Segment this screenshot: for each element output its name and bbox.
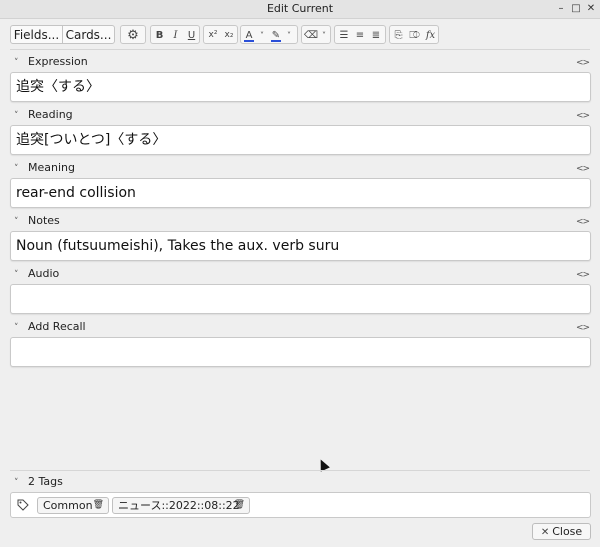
- field-add-recall[interactable]: [10, 337, 591, 367]
- text-color-icon[interactable]: A: [242, 27, 256, 44]
- field-label-text: Meaning: [28, 161, 75, 174]
- microphone-icon[interactable]: ⎄: [407, 27, 422, 44]
- field-meaning[interactable]: rear-end collision: [10, 178, 591, 208]
- align-icon[interactable]: ≣: [368, 27, 384, 44]
- field-label-reading[interactable]: ˅ Reading: [14, 108, 73, 122]
- field-label-meaning[interactable]: ˅ Meaning: [14, 161, 75, 175]
- chevron-down-icon[interactable]: ˅: [14, 268, 28, 282]
- tag-icon: [17, 499, 29, 511]
- html-toggle-icon[interactable]: <>: [576, 111, 590, 121]
- chevron-down-icon[interactable]: ˅: [14, 215, 28, 229]
- tag-editor[interactable]: Common 🗑 ニュース::2022::08::22 🗑: [10, 492, 591, 518]
- chevron-down-icon[interactable]: ˅: [14, 476, 28, 490]
- html-toggle-icon[interactable]: <>: [576, 217, 590, 227]
- chevron-down-icon[interactable]: ˅: [14, 321, 28, 335]
- bold-icon[interactable]: B: [152, 27, 167, 44]
- field-value: rear-end collision: [16, 185, 136, 201]
- italic-icon[interactable]: I: [168, 27, 183, 44]
- tag-chip[interactable]: ニュース::2022::08::22 🗑: [112, 497, 250, 514]
- field-label-notes[interactable]: ˅ Notes: [14, 214, 60, 228]
- trash-icon[interactable]: 🗑: [93, 498, 104, 513]
- field-label-text: Audio: [28, 267, 60, 280]
- chevron-down-icon[interactable]: ˅: [284, 27, 294, 44]
- field-value: Noun (futsuumeishi), Takes the aux. verb…: [16, 238, 340, 254]
- chevron-down-icon[interactable]: ˅: [14, 109, 28, 123]
- ordered-list-icon[interactable]: ≡: [352, 27, 368, 44]
- settings-group: ⚙: [120, 25, 146, 44]
- window-close-icon[interactable]: ✕: [584, 2, 598, 16]
- field-value: 追突〈する〉: [16, 79, 100, 95]
- subscript-icon[interactable]: x₂: [221, 27, 237, 44]
- tags-count: 2 Tags: [28, 475, 63, 488]
- tags-divider: [10, 470, 590, 471]
- field-value: 追突[ついとつ]〈する〉: [16, 132, 167, 148]
- eraser-group: ⌫ ˅: [301, 25, 331, 44]
- trash-icon[interactable]: 🗑: [234, 498, 245, 513]
- underline-icon[interactable]: U: [184, 27, 199, 44]
- script-group: x² x₂: [203, 25, 238, 44]
- field-notes[interactable]: Noun (futsuumeishi), Takes the aux. verb…: [10, 231, 591, 261]
- html-toggle-icon[interactable]: <>: [576, 164, 590, 174]
- html-toggle-icon[interactable]: <>: [576, 270, 590, 280]
- text-color-bar: [244, 40, 254, 42]
- html-toggle-icon[interactable]: <>: [576, 58, 590, 68]
- gear-icon[interactable]: ⚙: [121, 27, 145, 44]
- tags-label[interactable]: ˅ 2 Tags: [14, 475, 63, 489]
- html-toggle-icon[interactable]: <>: [576, 323, 590, 333]
- eraser-icon[interactable]: ⌫: [303, 27, 319, 44]
- field-label-expression[interactable]: ˅ Expression: [14, 55, 88, 69]
- highlight-icon[interactable]: ✎: [269, 27, 283, 44]
- media-group: ⎘ ⎄ fx: [389, 25, 439, 44]
- cards-button[interactable]: Cards...: [62, 25, 115, 44]
- chevron-down-icon[interactable]: ˅: [14, 56, 28, 70]
- field-audio[interactable]: [10, 284, 591, 314]
- tag-chip[interactable]: Common 🗑: [37, 497, 109, 514]
- field-label-add-recall[interactable]: ˅ Add Recall: [14, 320, 86, 334]
- minimize-icon[interactable]: –: [554, 2, 568, 16]
- math-icon[interactable]: fx: [423, 27, 438, 44]
- editor-toolbar: Fields... Cards... ⚙ B I U x² x₂ A ˅ ✎ ˅…: [0, 24, 600, 46]
- field-expression[interactable]: 追突〈する〉: [10, 72, 591, 102]
- highlight-color-bar: [271, 40, 281, 42]
- title-bar: Edit Current – □ ✕: [0, 0, 600, 19]
- field-reading[interactable]: 追突[ついとつ]〈する〉: [10, 125, 591, 155]
- maximize-icon[interactable]: □: [569, 2, 583, 16]
- fields-button[interactable]: Fields...: [10, 25, 63, 44]
- paperclip-icon[interactable]: ⎘: [391, 27, 406, 44]
- close-button[interactable]: ✕ Close: [532, 523, 591, 540]
- list-group: ☰ ≡ ≣: [334, 25, 386, 44]
- field-label-text: Expression: [28, 55, 88, 68]
- unordered-list-icon[interactable]: ☰: [336, 27, 352, 44]
- superscript-icon[interactable]: x²: [205, 27, 221, 44]
- chevron-down-icon[interactable]: ˅: [257, 27, 267, 44]
- tag-label: ニュース::2022::08::22: [118, 499, 240, 512]
- window-title: Edit Current: [266, 2, 334, 15]
- close-label: Close: [552, 525, 583, 538]
- color-group: A ˅ ✎ ˅: [240, 25, 298, 44]
- close-icon: ✕: [540, 527, 550, 538]
- field-label-text: Reading: [28, 108, 73, 121]
- field-label-audio[interactable]: ˅ Audio: [14, 267, 59, 281]
- tag-label: Common: [43, 499, 93, 512]
- field-label-text: Notes: [28, 214, 60, 227]
- toolbar-divider: [10, 49, 590, 50]
- chevron-down-icon[interactable]: ˅: [319, 27, 329, 44]
- format-group: B I U: [150, 25, 200, 44]
- field-label-text: Add Recall: [28, 320, 86, 333]
- chevron-down-icon[interactable]: ˅: [14, 162, 28, 176]
